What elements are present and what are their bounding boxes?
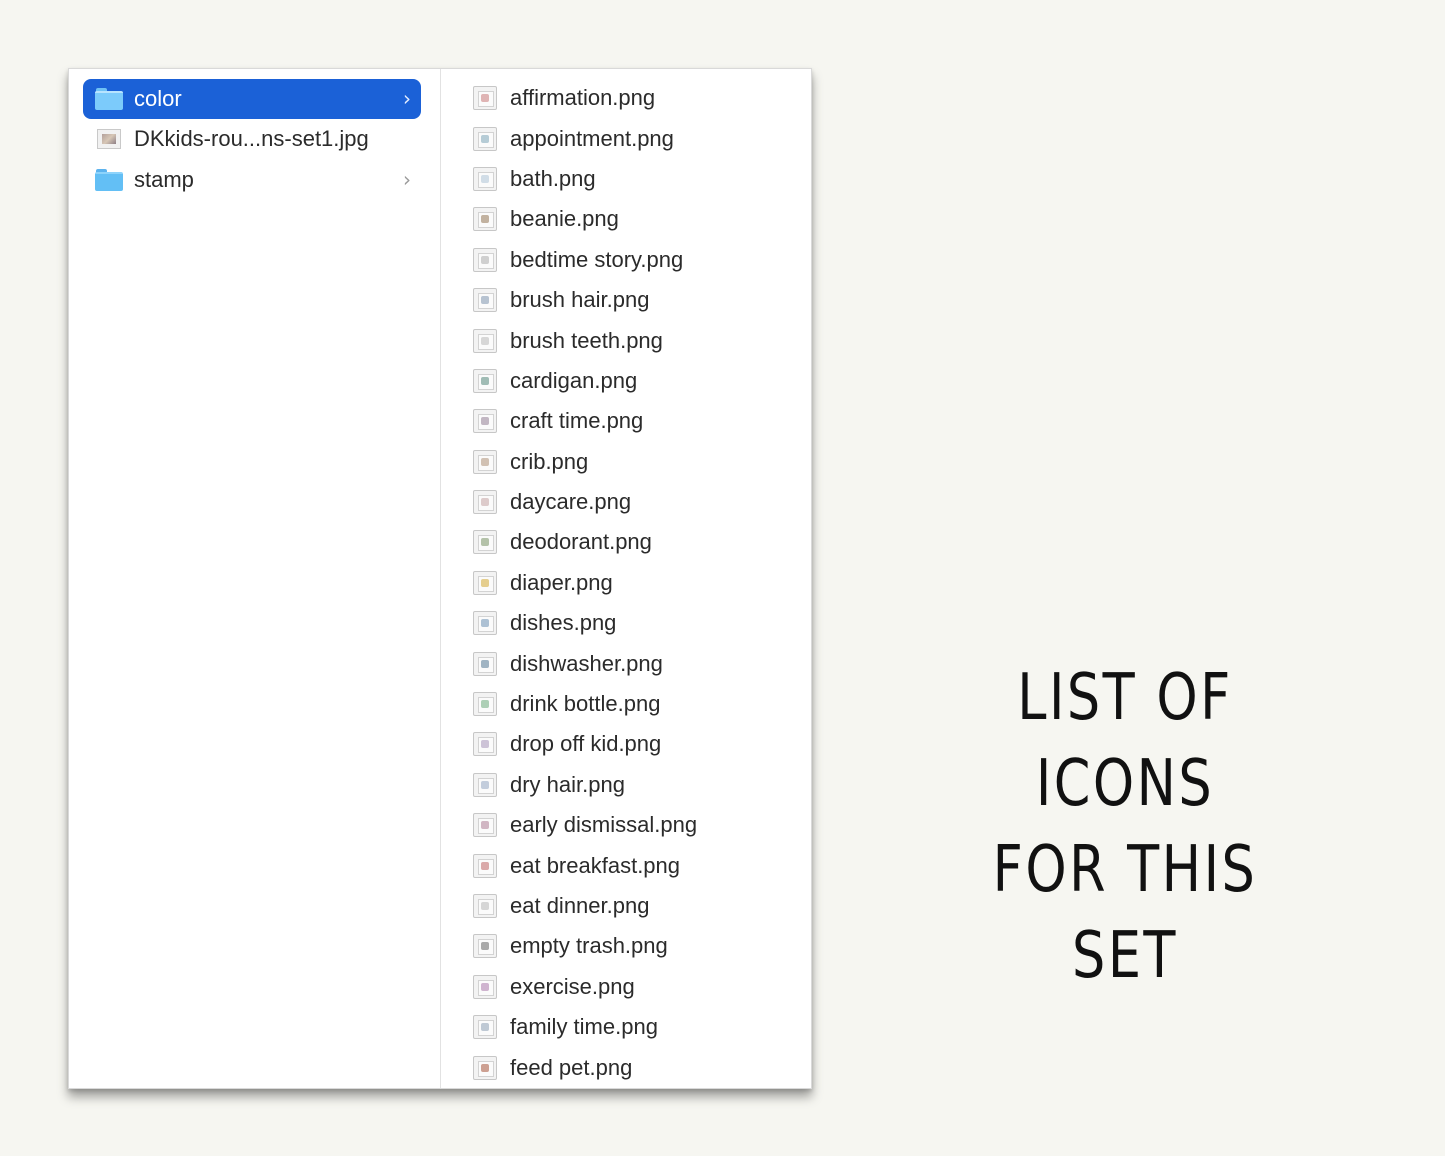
caption-line: LIST OF ICONS bbox=[1017, 661, 1233, 821]
png-file-icon bbox=[473, 449, 497, 474]
png-file-icon bbox=[473, 368, 497, 393]
png-file-icon bbox=[473, 772, 497, 797]
file-name: diaper.png bbox=[510, 569, 613, 595]
png-file-icon bbox=[473, 409, 497, 434]
png-file-icon bbox=[473, 126, 497, 151]
file-row[interactable]: bedtime story.png bbox=[473, 240, 811, 280]
file-item-dkkids-jpg[interactable]: DKkids-rou...ns-set1.jpg bbox=[83, 119, 421, 159]
file-item-label: DKkids-rou...ns-set1.jpg bbox=[134, 126, 369, 152]
file-row[interactable]: craft time.png bbox=[473, 401, 811, 441]
finder-window: color › DKkids-rou...ns-set1.jpg stamp ›… bbox=[68, 68, 812, 1089]
file-name: brush teeth.png bbox=[510, 327, 663, 353]
png-file-icon bbox=[473, 732, 497, 757]
png-file-icon bbox=[473, 328, 497, 353]
file-name: appointment.png bbox=[510, 125, 674, 151]
file-row[interactable]: empty trash.png bbox=[473, 926, 811, 966]
file-name: deodorant.png bbox=[510, 529, 652, 555]
file-name: family time.png bbox=[510, 1014, 658, 1040]
caption: LIST OF ICONS FOR THIS SET bbox=[924, 655, 1326, 999]
png-file-icon bbox=[473, 853, 497, 878]
png-file-icon bbox=[473, 166, 497, 191]
file-row[interactable]: crib.png bbox=[473, 442, 811, 482]
folder-icon bbox=[95, 88, 123, 110]
finder-column-left[interactable]: color › DKkids-rou...ns-set1.jpg stamp › bbox=[69, 69, 441, 1088]
png-file-icon bbox=[473, 974, 497, 999]
png-file-icon bbox=[473, 934, 497, 959]
file-name: drink bottle.png bbox=[510, 691, 661, 717]
file-row[interactable]: drink bottle.png bbox=[473, 684, 811, 724]
folder-item-label: color bbox=[134, 86, 182, 111]
file-row[interactable]: diaper.png bbox=[473, 563, 811, 603]
image-thumbnail-icon bbox=[97, 129, 121, 150]
folder-item-label: stamp bbox=[134, 166, 194, 192]
png-file-icon bbox=[473, 530, 497, 555]
png-file-icon bbox=[473, 1015, 497, 1040]
file-row[interactable]: brush teeth.png bbox=[473, 320, 811, 360]
file-row[interactable]: eat breakfast.png bbox=[473, 845, 811, 885]
file-row[interactable]: beanie.png bbox=[473, 199, 811, 239]
file-name: dishes.png bbox=[510, 610, 617, 636]
png-file-icon bbox=[473, 207, 497, 232]
file-row[interactable]: dishes.png bbox=[473, 603, 811, 643]
png-file-icon bbox=[473, 813, 497, 838]
png-file-icon bbox=[473, 86, 497, 111]
file-row[interactable]: dishwasher.png bbox=[473, 643, 811, 683]
file-row[interactable]: family time.png bbox=[473, 1007, 811, 1047]
chevron-right-icon: › bbox=[403, 167, 411, 192]
file-name: bedtime story.png bbox=[510, 246, 684, 272]
file-name: early dismissal.png bbox=[510, 812, 698, 838]
file-row[interactable]: dry hair.png bbox=[473, 765, 811, 805]
file-row[interactable]: appointment.png bbox=[473, 118, 811, 158]
file-name: dry hair.png bbox=[510, 771, 625, 797]
png-file-icon bbox=[473, 1055, 497, 1080]
png-file-icon bbox=[473, 247, 497, 272]
chevron-right-icon: › bbox=[403, 86, 411, 111]
file-row[interactable]: early dismissal.png bbox=[473, 805, 811, 845]
file-row[interactable]: affirmation.png bbox=[473, 78, 811, 118]
file-row[interactable]: drop off kid.png bbox=[473, 724, 811, 764]
caption-line: SET bbox=[1072, 919, 1178, 993]
caption-line: FOR THIS bbox=[992, 833, 1258, 907]
file-name: drop off kid.png bbox=[510, 731, 662, 757]
png-file-icon bbox=[473, 288, 497, 313]
file-name: feed pet.png bbox=[510, 1054, 633, 1080]
file-row[interactable]: daycare.png bbox=[473, 482, 811, 522]
file-name: affirmation.png bbox=[510, 85, 656, 111]
png-file-icon bbox=[473, 611, 497, 636]
png-file-icon bbox=[473, 894, 497, 918]
file-name: crib.png bbox=[510, 448, 589, 474]
file-name: exercise.png bbox=[510, 973, 635, 999]
png-file-icon bbox=[473, 570, 497, 595]
folder-item-stamp[interactable]: stamp › bbox=[83, 160, 421, 200]
file-name: daycare.png bbox=[510, 489, 632, 515]
folder-item-color[interactable]: color › bbox=[83, 79, 421, 119]
file-name: eat dinner.png bbox=[510, 893, 650, 918]
file-row[interactable]: deodorant.png bbox=[473, 522, 811, 562]
file-name: empty trash.png bbox=[510, 933, 668, 959]
file-row[interactable]: brush hair.png bbox=[473, 280, 811, 320]
file-name: bath.png bbox=[510, 165, 596, 191]
file-row[interactable]: feed pet.png bbox=[473, 1047, 811, 1087]
finder-column-right[interactable]: affirmation.png appointment.png bath.png be… bbox=[441, 69, 811, 1088]
file-row[interactable]: cardigan.png bbox=[473, 361, 811, 401]
file-name: cardigan.png bbox=[510, 367, 638, 393]
page: color › DKkids-rou...ns-set1.jpg stamp ›… bbox=[0, 0, 1445, 1156]
folder-icon bbox=[95, 168, 123, 191]
file-name: craft time.png bbox=[510, 408, 644, 434]
file-row[interactable]: exercise.png bbox=[473, 967, 811, 1007]
file-row[interactable]: eat dinner.png bbox=[473, 886, 811, 926]
png-file-icon bbox=[473, 692, 497, 717]
png-file-icon bbox=[473, 490, 497, 515]
file-row[interactable]: bath.png bbox=[473, 159, 811, 199]
png-file-icon bbox=[473, 651, 497, 676]
file-name: brush hair.png bbox=[510, 287, 650, 313]
file-name: eat breakfast.png bbox=[510, 852, 681, 878]
file-name: beanie.png bbox=[510, 206, 619, 232]
file-name: dishwasher.png bbox=[510, 650, 663, 676]
